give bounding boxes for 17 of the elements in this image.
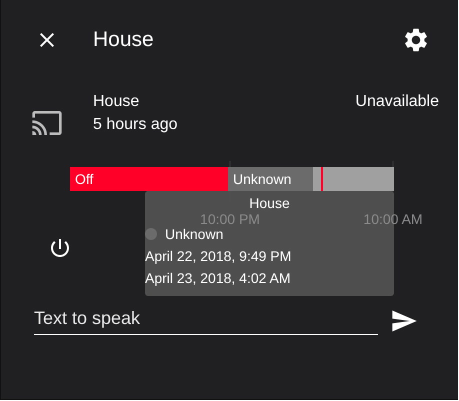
text-to-speak-field[interactable]: Text to speak	[34, 308, 378, 334]
segment-label: Unknown	[233, 171, 292, 187]
tooltip-start: April 22, 2018, 9:49 PM	[145, 248, 292, 264]
segment-label: Off	[75, 171, 94, 187]
state-dot-icon	[145, 228, 157, 240]
last-changed: 5 hours ago	[93, 116, 179, 134]
state-timeline-bar[interactable]	[70, 167, 394, 191]
dialog-title: House	[93, 28, 155, 52]
entity-name: House	[93, 93, 140, 111]
tooltip-state: Unknown	[165, 226, 224, 242]
axis-tick-label: 10:00 AM	[363, 211, 423, 227]
tooltip-title: House	[249, 195, 290, 211]
settings-icon[interactable]	[402, 26, 430, 54]
axis-tick-label: 10:00 PM	[200, 211, 260, 227]
tooltip-end: April 23, 2018, 4:02 AM	[145, 270, 292, 286]
entity-state: Unavailable	[355, 93, 439, 111]
power-icon[interactable]	[48, 236, 72, 260]
